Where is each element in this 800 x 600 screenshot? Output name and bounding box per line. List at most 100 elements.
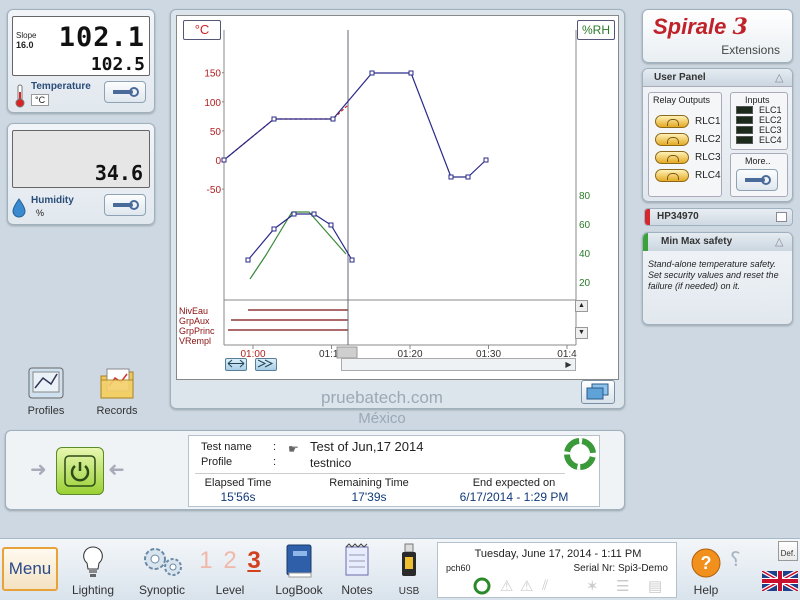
language-flag-button[interactable] [761, 569, 799, 593]
level-label: Level [215, 583, 245, 597]
relay-toggle-2[interactable] [655, 133, 689, 146]
digital-scroll-up[interactable]: ▲ [575, 300, 588, 312]
input-led-4 [736, 136, 753, 144]
records-folder-icon [100, 368, 134, 399]
rh-axis-tick-label: 80 [579, 191, 591, 202]
level-number-3: 3 [247, 547, 261, 574]
network-status-icon: ☰ [616, 578, 630, 595]
digital-io-icon: ⫽ [542, 577, 549, 593]
level-number-1: 1 [199, 547, 213, 574]
synoptic-button[interactable]: Synoptic [128, 541, 196, 599]
rh-unit-button[interactable]: %RH [577, 20, 615, 40]
gears-icon [144, 548, 182, 576]
logbook-button[interactable]: LogBook [270, 541, 328, 599]
notes-button[interactable]: Notes [334, 541, 380, 599]
input-led-3 [736, 126, 753, 134]
more-settings-button[interactable] [736, 169, 778, 191]
elapsed-value: 15'56s [220, 490, 256, 504]
humidity-name: Humidity [31, 195, 74, 206]
user-panel-header[interactable]: User Panel △ [643, 69, 792, 87]
profiles-shortcut[interactable]: Profiles [20, 366, 72, 424]
input-label-4: ELC4 [759, 135, 782, 145]
warning-icon: ⚠ [500, 578, 514, 595]
end-label: End expected on [472, 477, 556, 489]
user-panel-title: User Panel [654, 72, 706, 83]
temperature-series-point [271, 116, 277, 122]
humidity-unit: % [36, 208, 45, 218]
input-label-1: ELC1 [759, 105, 782, 115]
humidity-series-point [349, 257, 355, 263]
humidity-display: 34.6 [12, 130, 150, 188]
records-shortcut[interactable]: Records [90, 366, 144, 424]
humidity-series-point [291, 211, 297, 217]
temperature-panel: Slope 16.0 102.1 102.5 Temperature °C [7, 9, 155, 113]
level-button[interactable]: 1 2 3 Level [190, 541, 270, 599]
expand-window-button[interactable] [581, 380, 615, 404]
help-button[interactable]: ? Help [686, 541, 726, 599]
wrench-icon [113, 87, 139, 97]
start-stop-button[interactable] [56, 447, 104, 495]
relay-label-2: RLC2 [695, 134, 721, 145]
settings-status-icon: ✶ [586, 578, 599, 595]
inputs-label: Inputs [745, 95, 770, 105]
status-serial: Serial Nr: Spi3-Demo [573, 563, 668, 574]
help-icon: ? [691, 548, 721, 578]
brand-logo: Spirale 3 [653, 14, 748, 40]
menu-button[interactable]: Menu [2, 547, 58, 591]
usb-button[interactable]: USB [392, 541, 426, 599]
temp-axis-tick-label: 50 [210, 127, 222, 138]
humidity-series-point [245, 257, 251, 263]
slope-label: Slope [16, 31, 37, 40]
status-datetime: Tuesday, June 17, 2014 - 1:11 PM [474, 548, 642, 560]
relay-toggle-3[interactable] [655, 151, 689, 164]
temperature-series-point [408, 70, 414, 76]
watermark-line2: México [358, 410, 406, 427]
notepad-icon [345, 543, 369, 576]
profile-label: Profile [201, 456, 233, 468]
lighting-button[interactable]: Lighting [66, 541, 120, 599]
synoptic-label: Synoptic [138, 583, 186, 597]
user-panel: User Panel △ Relay Outputs Inputs More..… [642, 68, 793, 202]
windows-icon [586, 383, 609, 400]
uk-flag-icon [761, 569, 799, 593]
input-led-1 [736, 106, 753, 114]
scroll-right-arrow[interactable]: ▶ [562, 359, 575, 370]
remaining-label: Remaining Time [329, 477, 409, 489]
humidity-series [247, 213, 353, 261]
zoom-out-button[interactable] [225, 358, 247, 371]
relay-toggle-1[interactable] [655, 115, 689, 128]
end-value: 6/17/2014 - 1:29 PM [459, 490, 569, 504]
usb-drive-icon [402, 543, 416, 576]
elapsed-label: Elapsed Time [204, 477, 272, 489]
celsius-unit-button[interactable]: °C [183, 20, 221, 40]
hp-checkbox[interactable] [776, 212, 787, 222]
notes-label: Notes [341, 583, 373, 597]
hp34970-title: HP34970 [657, 211, 699, 222]
context-help-icon[interactable]: ⸮ [730, 547, 741, 572]
minmax-header[interactable]: Min Max safety △ [643, 233, 792, 251]
digital-scroll-down[interactable]: ▼ [575, 327, 588, 339]
status-ok-ring-icon [473, 577, 491, 595]
graph-horizontal-scrollbar[interactable] [341, 358, 576, 371]
collapse-triangle-icon[interactable]: △ [775, 235, 783, 248]
test-control-panel: ➜ ➜ Test name : ☛ Test of Jun,17 2014 Pr… [5, 430, 625, 510]
zoom-in-button[interactable] [255, 358, 277, 371]
hp34970-panel[interactable]: HP34970 [644, 208, 793, 226]
temperature-series-point [483, 157, 489, 163]
input-label-2: ELC2 [759, 115, 782, 125]
humidity-settings-button[interactable] [104, 194, 146, 216]
profiles-icon [28, 367, 64, 399]
temperature-settings-button[interactable] [104, 81, 146, 103]
temperature-series-point [330, 116, 336, 122]
book-icon [286, 544, 312, 578]
brand-name: Spirale [653, 14, 727, 39]
temperature-series-point [465, 174, 471, 180]
default-settings-button[interactable]: Def. [778, 541, 798, 561]
time-cursor-handle [336, 346, 358, 359]
hand-pointer-icon: ☛ [288, 442, 299, 456]
relay-toggle-4[interactable] [655, 169, 689, 182]
level-number-2: 2 [223, 547, 237, 574]
relay-label-1: RLC1 [695, 116, 721, 127]
collapse-triangle-icon[interactable]: △ [775, 71, 783, 84]
thermometer-icon [14, 84, 26, 111]
